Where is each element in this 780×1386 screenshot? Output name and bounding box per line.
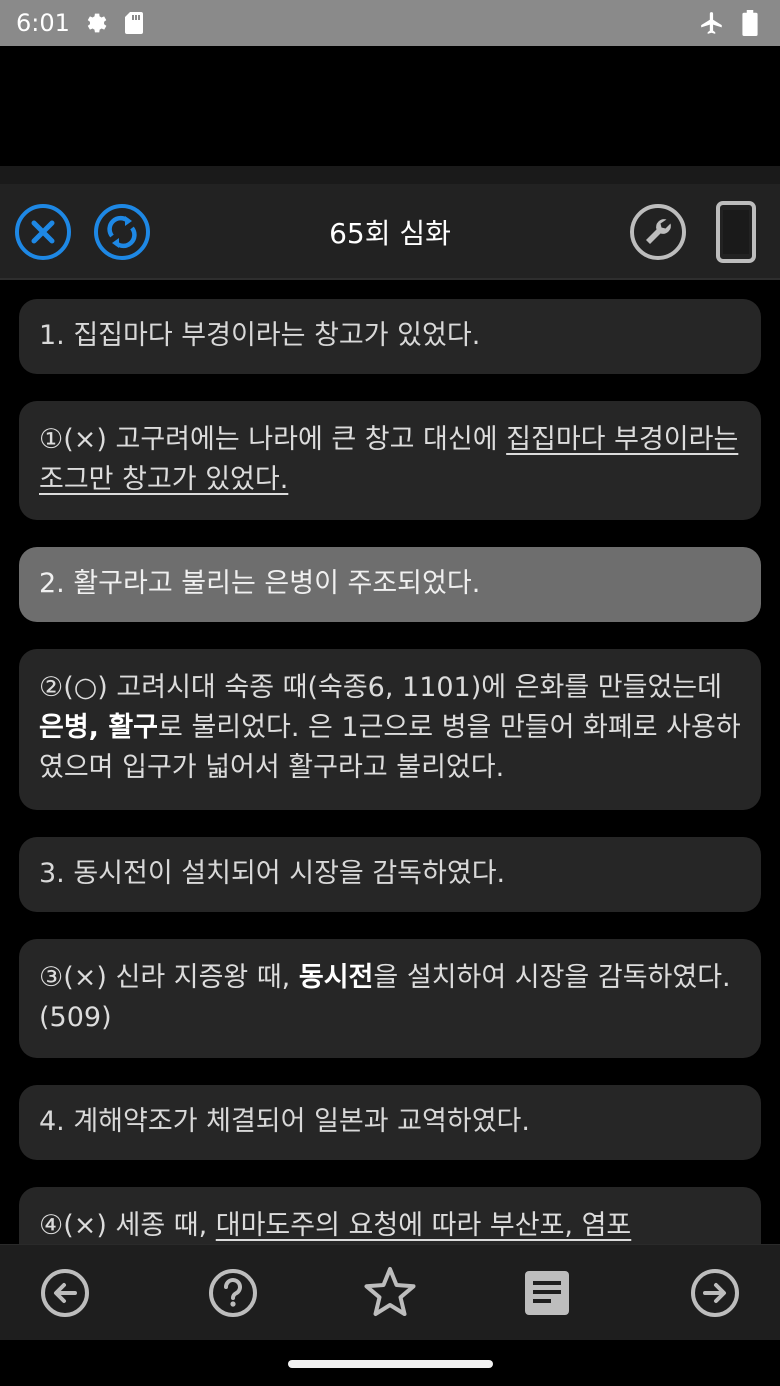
notes-button[interactable] bbox=[517, 1263, 577, 1323]
sd-card-icon bbox=[120, 9, 148, 37]
bookmark-button[interactable] bbox=[360, 1263, 420, 1323]
next-button[interactable] bbox=[685, 1263, 745, 1323]
app-spacer bbox=[0, 46, 780, 166]
airplane-mode-icon bbox=[698, 9, 726, 37]
help-button[interactable] bbox=[203, 1263, 263, 1323]
settings-gear-icon bbox=[82, 9, 110, 37]
close-button[interactable] bbox=[13, 202, 73, 262]
question-text: 2. 활구라고 불리는 은병이 주조되었다. bbox=[39, 568, 481, 599]
battery-icon bbox=[736, 9, 764, 37]
quiz-content[interactable]: 1. 집집마다 부경이라는 창고가 있었다. ①(×) 고구려에는 나라에 큰 … bbox=[0, 282, 780, 1244]
tools-button[interactable] bbox=[628, 202, 688, 262]
bottom-navigation bbox=[0, 1244, 780, 1341]
arrow-right-circle-icon bbox=[691, 1269, 739, 1317]
toolbar: 65회 심화 bbox=[0, 184, 780, 280]
star-outline-icon bbox=[364, 1267, 416, 1316]
question-card-4[interactable]: 4. 계해약조가 체결되어 일본과 교역하였다. bbox=[19, 1085, 761, 1160]
answer-card-4: ④(×) 세종 때, 대마도주의 요청에 따라 부산포, 염포 bbox=[19, 1187, 761, 1244]
sync-circle-icon bbox=[94, 204, 150, 260]
question-card-2[interactable]: 2. 활구라고 불리는 은병이 주조되었다. bbox=[19, 547, 761, 622]
phone-icon bbox=[716, 201, 756, 263]
home-indicator[interactable] bbox=[288, 1360, 493, 1368]
close-circle-icon bbox=[15, 204, 71, 260]
answer-underlined-text: 대마도주의 요청에 따라 부산포, 염포 bbox=[215, 1210, 632, 1241]
answer-card-2: ②(○) 고려시대 숙종 때(숙종6, 1101)에 은화를 만들었는데 은병,… bbox=[19, 649, 761, 810]
status-time: 6:01 bbox=[16, 9, 70, 37]
status-bar: 6:01 bbox=[0, 0, 780, 46]
app-top-edge bbox=[0, 166, 780, 184]
answer-card-1: ①(×) 고구려에는 나라에 큰 창고 대신에 집집마다 부경이라는 조그만 창… bbox=[19, 401, 761, 520]
answer-text: ①(×) 고구려에는 나라에 큰 창고 대신에 bbox=[39, 424, 507, 455]
answer-card-3: ③(×) 신라 지증왕 때, 동시전을 설치하여 시장을 감독하였다.(509) bbox=[19, 939, 761, 1058]
help-circle-icon bbox=[209, 1269, 257, 1317]
arrow-left-circle-icon bbox=[41, 1269, 89, 1317]
answer-text: ④(×) 세종 때, bbox=[39, 1210, 216, 1241]
refresh-button[interactable] bbox=[92, 202, 152, 262]
question-text: 4. 계해약조가 체결되어 일본과 교역하였다. bbox=[39, 1106, 530, 1137]
answer-text: ②(○) 고려시대 숙종 때(숙종6, 1101)에 은화를 만들었는데 bbox=[39, 672, 722, 703]
status-right-icons bbox=[698, 9, 764, 37]
answer-bold-text: 은병, 활구 bbox=[39, 712, 159, 743]
question-card-3[interactable]: 3. 동시전이 설치되어 시장을 감독하였다. bbox=[19, 837, 761, 912]
answer-text: ③(×) 신라 지증왕 때, bbox=[39, 962, 299, 993]
note-icon bbox=[525, 1271, 569, 1315]
question-text: 3. 동시전이 설치되어 시장을 감독하였다. bbox=[39, 858, 506, 889]
question-text: 1. 집집마다 부경이라는 창고가 있었다. bbox=[39, 320, 481, 351]
answer-bold-text: 동시전 bbox=[298, 962, 374, 993]
wrench-icon bbox=[630, 204, 686, 260]
question-card-1[interactable]: 1. 집집마다 부경이라는 창고가 있었다. bbox=[19, 299, 761, 374]
device-button[interactable] bbox=[706, 201, 766, 263]
previous-button[interactable] bbox=[35, 1263, 95, 1323]
